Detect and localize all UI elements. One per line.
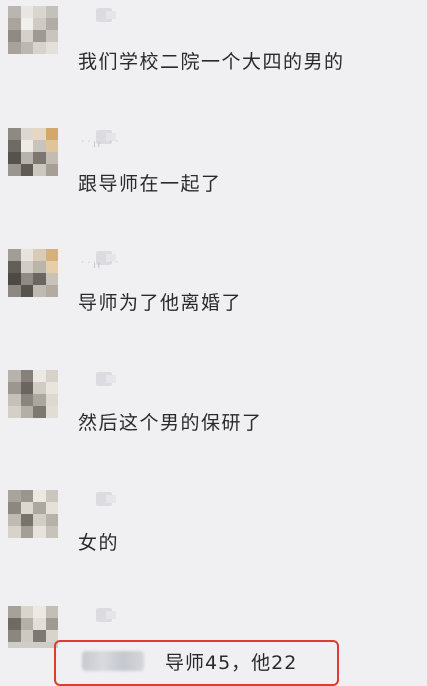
highlighted-reply-text: 导师45，他22 [165, 652, 298, 674]
message-text: 然后这个男的保研了 [78, 412, 263, 434]
sender-name-redacted [96, 372, 116, 388]
message-text: 跟导师在一起了 [78, 173, 222, 195]
avatar[interactable] [8, 249, 58, 297]
redacted-quote-name [82, 651, 144, 671]
chat-message: ′′≀≀ ′′ 跟导师在一起了 [0, 122, 427, 232]
message-text: 女的 [78, 532, 120, 554]
chat-message: 我们学校二院一个大四的男的 [0, 0, 427, 110]
chat-message: 女的 [0, 484, 427, 594]
message-text: 导师为了他离婚了 [78, 292, 243, 314]
message-text: 我们学校二院一个大四的男的 [78, 51, 345, 73]
avatar[interactable] [8, 370, 58, 418]
sender-name-redacted [96, 608, 116, 624]
sender-name-fragment: ′′≀≀ ′′ [80, 261, 121, 271]
chat-message: 然后这个男的保研了 [0, 364, 427, 474]
sender-name-fragment: ′′≀≀ ′′ [80, 140, 121, 150]
chat-message: ′′≀≀ ′′ 导师为了他离婚了 [0, 243, 427, 353]
sender-name-redacted [96, 492, 116, 508]
chat-window: 我们学校二院一个大四的男的 ′′≀≀ ′′ 跟导师在一起了 ′′≀≀ ′′ 导师… [0, 0, 427, 686]
avatar[interactable] [8, 606, 58, 648]
sender-name-redacted [96, 8, 116, 24]
avatar[interactable] [8, 490, 58, 538]
avatar[interactable] [8, 6, 58, 54]
avatar[interactable] [8, 128, 58, 176]
